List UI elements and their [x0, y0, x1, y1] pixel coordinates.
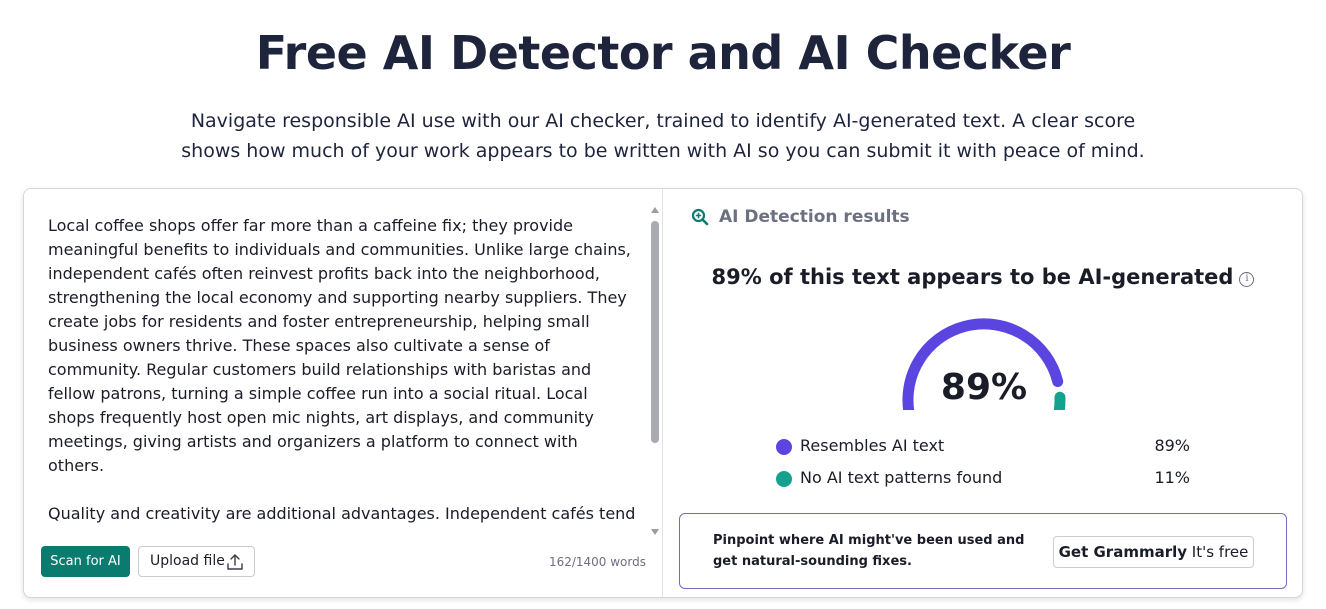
get-grammarly-label: Get Grammarly: [1058, 543, 1188, 561]
its-free-label: It's free: [1187, 543, 1249, 561]
upload-icon: [227, 554, 243, 570]
page-subtitle: Navigate responsible AI use with our AI …: [0, 106, 1326, 166]
results-title: AI Detection results: [719, 207, 910, 227]
gauge-value: 89%: [940, 367, 1028, 408]
detector-card: Local coffee shops offer far more than a…: [23, 188, 1303, 598]
legend-percent-human: 11%: [1154, 468, 1190, 487]
legend-label-ai: Resembles AI text: [800, 436, 945, 455]
get-grammarly-button[interactable]: Get Grammarly It's free: [1053, 536, 1254, 568]
text-input-area[interactable]: Local coffee shops offer far more than a…: [48, 214, 638, 526]
results-pane: AI Detection results 89% of this text ap…: [664, 189, 1302, 597]
text-paragraph-2: Quality and creativity are additional ad…: [48, 504, 636, 523]
promo-text: Pinpoint where AI might've been used and…: [713, 533, 1025, 569]
scroll-thumb[interactable]: [651, 221, 659, 443]
upload-file-label: Upload file: [150, 553, 225, 569]
legend-row-ai: Resembles AI text 89%: [776, 434, 1190, 460]
word-count: 162/1400 words: [548, 555, 646, 569]
info-icon[interactable]: i: [1239, 272, 1255, 287]
scroll-down-icon[interactable]: [651, 529, 659, 535]
legend-dot-ai: [776, 439, 792, 455]
legend-dot-human: [776, 471, 792, 487]
scroll-up-icon[interactable]: [651, 207, 659, 213]
score-headline: 89% of this text appears to be AI-genera…: [664, 265, 1302, 289]
page-subtitle-line-1: Navigate responsible AI use with our AI …: [190, 110, 1136, 132]
text-paragraph-1: Local coffee shops offer far more than a…: [48, 216, 631, 475]
legend-percent-ai: 89%: [1154, 436, 1190, 455]
text-input-pane: Local coffee shops offer far more than a…: [24, 189, 663, 597]
text-scrollbar[interactable]: [648, 203, 662, 539]
grammarly-promo: Pinpoint where AI might've been used and…: [679, 513, 1287, 589]
page-subtitle-line-2: shows how much of your work appears to b…: [181, 140, 1145, 162]
scan-for-ai-button[interactable]: Scan for AI: [41, 546, 130, 577]
search-magnifier-icon: [691, 208, 709, 226]
legend-label-human: No AI text patterns found: [800, 468, 1003, 487]
page-title: Free AI Detector and AI Checker: [255, 26, 1071, 80]
score-headline-text: 89% of this text appears to be AI-genera…: [711, 265, 1234, 289]
upload-file-button[interactable]: Upload file: [138, 546, 255, 577]
legend-row-human: No AI text patterns found 11%: [776, 466, 1190, 492]
